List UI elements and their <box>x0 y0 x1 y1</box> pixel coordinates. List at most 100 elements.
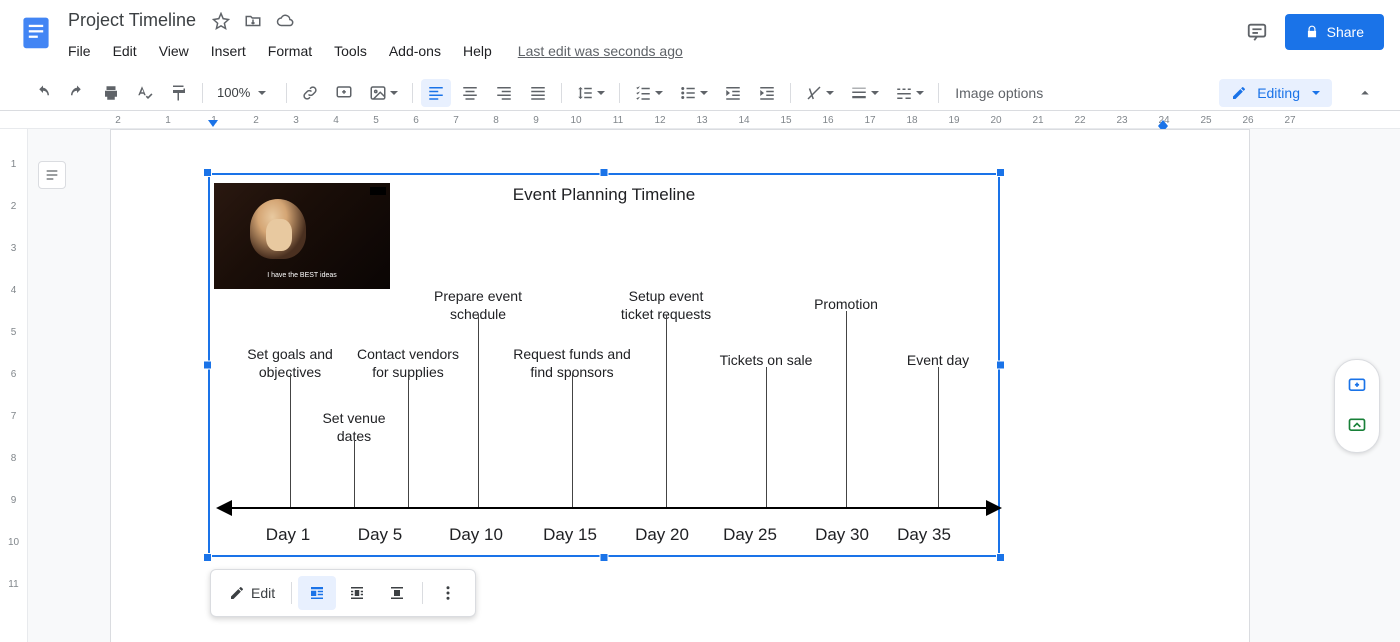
ruler-number: 9 <box>533 115 539 126</box>
resize-handle-top-left[interactable] <box>203 168 212 177</box>
document-outline-button[interactable] <box>38 161 66 189</box>
resize-handle-mid-right[interactable] <box>996 361 1005 370</box>
align-right-button[interactable] <box>489 79 519 107</box>
image-more-button[interactable] <box>429 576 467 610</box>
align-justify-button[interactable] <box>523 79 553 107</box>
paint-format-button[interactable] <box>164 79 194 107</box>
resize-handle-bot-left[interactable] <box>203 553 212 562</box>
selected-drawing[interactable]: I have the BEST ideas Event Planning Tim… <box>208 173 1000 557</box>
resize-handle-top-mid[interactable] <box>600 168 609 177</box>
appbar: Project Timeline File Edit View Insert F… <box>0 0 1400 71</box>
ruler-number: 4 <box>11 285 17 296</box>
chevron-down-icon <box>390 91 398 95</box>
image-context-toolbar: Edit <box>210 569 476 617</box>
more-vertical-icon <box>439 584 457 602</box>
timeline-day-label: Day 1 <box>266 525 310 545</box>
floating-comment-panel <box>1334 359 1380 453</box>
docs-logo-icon[interactable] <box>16 12 56 52</box>
add-comment-button[interactable] <box>329 79 359 107</box>
ruler-number: 11 <box>613 115 623 126</box>
undo-button[interactable] <box>28 79 58 107</box>
ruler-number: 3 <box>11 243 17 254</box>
ruler-number: 6 <box>413 115 419 126</box>
edit-drawing-button[interactable]: Edit <box>219 577 285 609</box>
appbar-right: Share <box>1245 8 1384 50</box>
last-edit-link[interactable]: Last edit was seconds ago <box>518 43 683 59</box>
timeline-arrow <box>218 507 1000 509</box>
indent-marker[interactable] <box>1158 120 1168 129</box>
print-button[interactable] <box>96 79 126 107</box>
menu-help[interactable]: Help <box>461 39 494 63</box>
wrap-break-button[interactable] <box>378 576 416 610</box>
add-comment-floating-button[interactable] <box>1341 370 1373 402</box>
move-icon[interactable] <box>244 12 262 30</box>
ruler-number: 2 <box>11 201 17 212</box>
collapse-toolbar-button[interactable] <box>1350 79 1380 107</box>
insert-link-button[interactable] <box>295 79 325 107</box>
horizontal-ruler[interactable]: 2112345678910111213141516171819202122232… <box>0 111 1400 129</box>
share-button[interactable]: Share <box>1285 14 1384 50</box>
chevron-down-icon <box>597 91 605 95</box>
menu-view[interactable]: View <box>157 39 191 63</box>
resize-handle-bot-right[interactable] <box>996 553 1005 562</box>
ruler-number: 4 <box>333 115 339 126</box>
ruler-number: 10 <box>8 537 19 548</box>
increase-indent-button[interactable] <box>752 79 782 107</box>
document-title[interactable]: Project Timeline <box>64 8 200 33</box>
ruler-number: 3 <box>293 115 299 126</box>
suggest-edits-floating-button[interactable] <box>1341 410 1373 442</box>
align-left-button[interactable] <box>421 79 451 107</box>
pencil-icon <box>1231 85 1247 101</box>
timeline-stem <box>478 315 479 507</box>
title-icons <box>212 12 294 30</box>
ruler-number: 20 <box>990 115 1001 126</box>
image-options-button[interactable]: Image options <box>955 85 1043 101</box>
toolbar-separator <box>561 83 562 103</box>
line-spacing-button[interactable] <box>570 79 611 107</box>
spellcheck-button[interactable] <box>130 79 160 107</box>
checklist-button[interactable] <box>628 79 669 107</box>
ruler-number: 18 <box>906 115 917 126</box>
border-weight-button[interactable] <box>844 79 885 107</box>
menu-format[interactable]: Format <box>266 39 314 63</box>
border-dash-button[interactable] <box>889 79 930 107</box>
timeline-stem <box>290 373 291 507</box>
menu-tools[interactable]: Tools <box>332 39 369 63</box>
clear-formatting-button[interactable] <box>799 79 840 107</box>
star-icon[interactable] <box>212 12 230 30</box>
ruler-number: 1 <box>165 115 171 126</box>
chevron-down-icon <box>700 91 708 95</box>
edit-label: Edit <box>251 585 275 601</box>
comment-history-icon[interactable] <box>1245 20 1269 44</box>
resize-handle-bot-mid[interactable] <box>600 553 609 562</box>
ruler-number: 21 <box>1032 115 1043 126</box>
vertical-ruler[interactable]: 1234567891011 <box>0 129 28 642</box>
ruler-number: 23 <box>1116 115 1127 126</box>
ruler-number: 14 <box>738 115 749 126</box>
decrease-indent-button[interactable] <box>718 79 748 107</box>
resize-handle-mid-left[interactable] <box>203 361 212 370</box>
indent-marker[interactable] <box>208 120 218 127</box>
menu-insert[interactable]: Insert <box>209 39 248 63</box>
redo-button[interactable] <box>62 79 92 107</box>
align-center-button[interactable] <box>455 79 485 107</box>
cloud-status-icon[interactable] <box>276 12 294 30</box>
wrap-inline-button[interactable] <box>298 576 336 610</box>
resize-handle-top-right[interactable] <box>996 168 1005 177</box>
timeline-stem <box>572 373 573 507</box>
menu-file[interactable]: File <box>66 39 93 63</box>
toolbar-separator <box>938 83 939 103</box>
wrap-text-button[interactable] <box>338 576 376 610</box>
bulleted-list-button[interactable] <box>673 79 714 107</box>
ruler-number: 6 <box>11 369 17 380</box>
ruler-number: 12 <box>654 115 665 126</box>
timeline-stem <box>846 311 847 507</box>
insert-image-button[interactable] <box>363 79 404 107</box>
toolbar-separator <box>422 582 423 604</box>
editing-mode-label: Editing <box>1257 85 1300 101</box>
editing-mode-dropdown[interactable]: Editing <box>1219 79 1332 107</box>
menu-edit[interactable]: Edit <box>111 39 139 63</box>
ruler-number: 13 <box>696 115 707 126</box>
menu-addons[interactable]: Add-ons <box>387 39 443 63</box>
zoom-dropdown[interactable]: 100% <box>211 85 278 100</box>
